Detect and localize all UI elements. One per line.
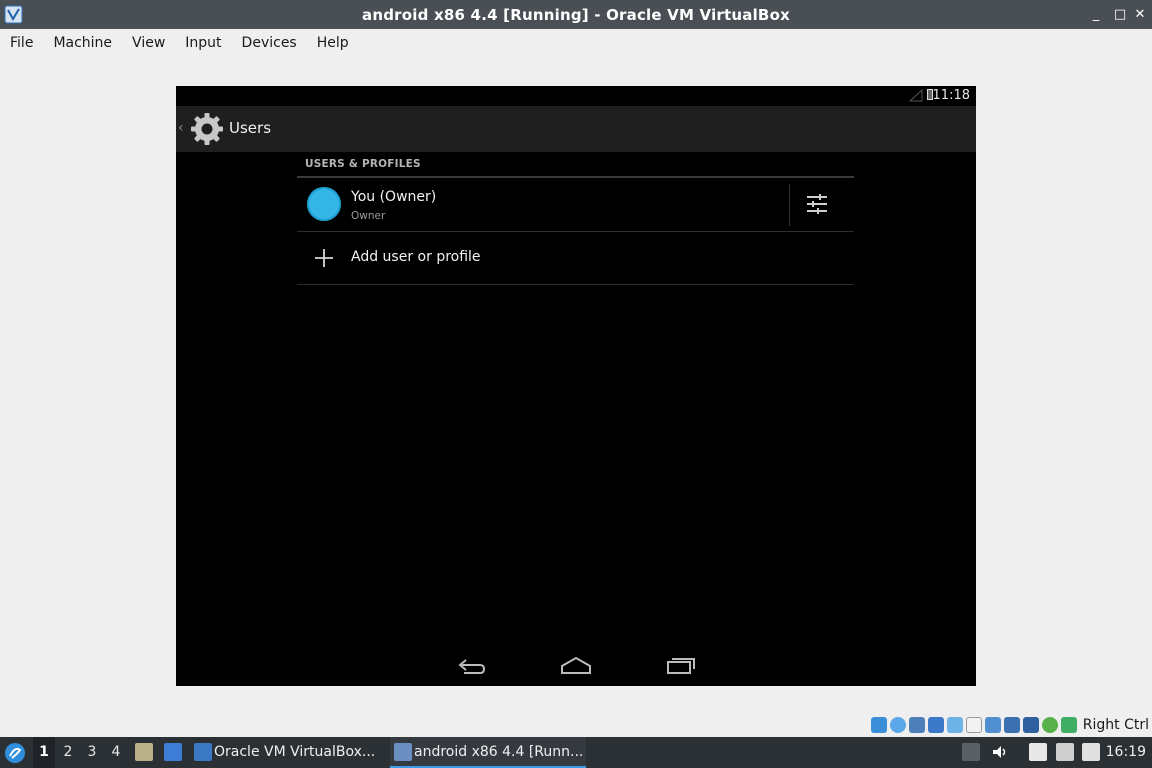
menubar: File Machine View Input Devices Help	[0, 29, 1152, 57]
section-header: USERS & PROFILES	[305, 158, 421, 170]
network-tray-icon[interactable]	[1056, 743, 1074, 761]
show-desktop-icon[interactable]	[164, 743, 182, 761]
taskbar-clock[interactable]: 16:19	[1106, 737, 1146, 768]
task-label: android x86 4.4 [Runn...	[414, 744, 584, 760]
menu-input[interactable]: Input	[175, 29, 231, 57]
virtualbox-app-icon	[4, 5, 23, 24]
action-bar-title: Users	[229, 119, 272, 137]
menu-help[interactable]: Help	[307, 29, 359, 57]
row-divider	[297, 284, 854, 285]
optical-drive-icon[interactable]	[889, 717, 906, 733]
row-vertical-divider	[789, 184, 790, 226]
workspace-3[interactable]: 3	[81, 737, 103, 768]
virtualbox-task-icon	[194, 743, 212, 761]
host-key-label: Right Ctrl	[1082, 717, 1149, 733]
close-button[interactable]: ✕	[1128, 0, 1152, 29]
recent-apps-icon[interactable]	[664, 654, 696, 676]
android-navigation-bar	[176, 646, 976, 686]
vm-display[interactable]: 11:18 ‹ Users USERS & PROFILES You (Owne…	[176, 86, 976, 686]
menu-devices[interactable]: Devices	[232, 29, 307, 57]
user-settings-sliders-icon[interactable]	[805, 192, 829, 216]
file-manager-icon[interactable]	[135, 743, 153, 761]
menu-file[interactable]: File	[0, 29, 43, 57]
volume-icon[interactable]	[991, 743, 1009, 761]
home-icon[interactable]	[560, 654, 592, 676]
shared-folders-icon[interactable]	[965, 717, 982, 733]
signal-icon	[909, 89, 923, 102]
audio-icon[interactable]	[908, 717, 925, 733]
window-title: android x86 4.4 [Running] - Oracle VM Vi…	[362, 5, 790, 24]
menu-view[interactable]: View	[122, 29, 175, 57]
notification-icon[interactable]	[1082, 743, 1100, 761]
workspace-4[interactable]: 4	[105, 737, 127, 768]
virtualization-icon[interactable]	[1022, 717, 1039, 733]
task-android-vm[interactable]: android x86 4.4 [Runn...	[390, 737, 586, 768]
settings-gear-icon[interactable]	[189, 111, 225, 147]
add-user-row[interactable]: Add user or profile	[297, 232, 854, 284]
vbox-status-bar: Right Ctrl	[870, 714, 1152, 736]
tray-expand-icon[interactable]	[962, 743, 980, 761]
plus-icon	[315, 249, 333, 267]
keyboard-capture-icon[interactable]	[1060, 717, 1077, 733]
minimize-button[interactable]: _	[1084, 0, 1108, 29]
task-label: Oracle VM VirtualBox...	[214, 744, 376, 760]
workspace-1[interactable]: 1	[33, 737, 55, 768]
mouse-integration-icon[interactable]	[1041, 717, 1058, 733]
hard-disk-icon[interactable]	[870, 717, 887, 733]
android-vm-task-icon	[394, 743, 412, 761]
back-icon[interactable]	[456, 654, 488, 676]
up-chevron-icon[interactable]: ‹	[178, 120, 184, 136]
network-icon[interactable]	[927, 717, 944, 733]
owner-user-row[interactable]: You (Owner) Owner	[297, 178, 854, 231]
clipboard-icon[interactable]	[1029, 743, 1047, 761]
start-menu-icon[interactable]	[4, 742, 26, 764]
task-virtualbox-manager[interactable]: Oracle VM VirtualBox...	[190, 737, 386, 768]
window-titlebar: android x86 4.4 [Running] - Oracle VM Vi…	[0, 0, 1152, 29]
video-capture-icon[interactable]	[1003, 717, 1020, 733]
add-user-label: Add user or profile	[351, 249, 481, 265]
taskbar: 1 2 3 4 Oracle VM VirtualBox... android …	[0, 737, 1152, 768]
workspace-2[interactable]: 2	[57, 737, 79, 768]
usb-icon[interactable]	[946, 717, 963, 733]
owner-subtitle: Owner	[351, 210, 386, 222]
owner-name: You (Owner)	[351, 189, 437, 205]
menu-machine[interactable]: Machine	[43, 29, 122, 57]
display-icon[interactable]	[984, 717, 1001, 733]
user-avatar	[307, 187, 341, 221]
android-clock: 11:18	[932, 88, 970, 103]
android-status-bar: 11:18	[176, 86, 976, 106]
android-action-bar: ‹ Users	[176, 106, 976, 152]
